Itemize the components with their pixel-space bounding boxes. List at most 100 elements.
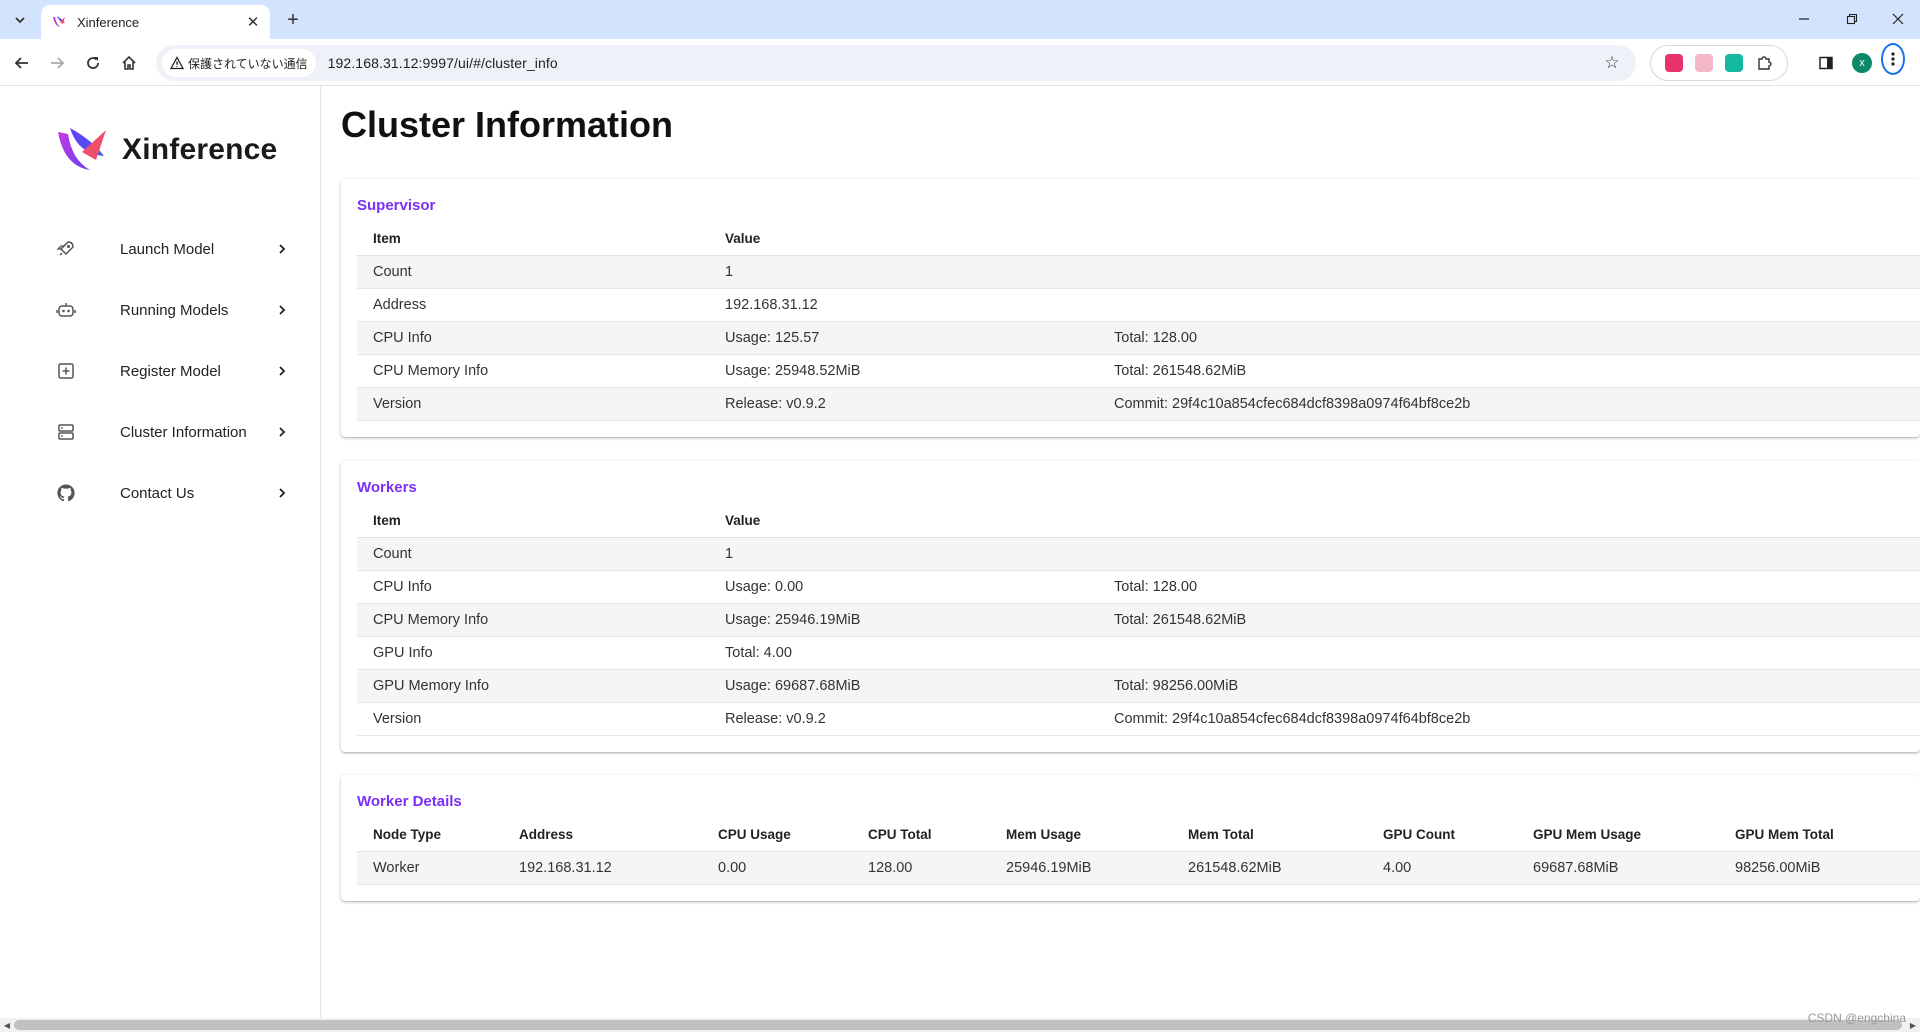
- browser-tab-bar: Xinference ✕ +: [0, 0, 1920, 39]
- table-cell: 128.00: [852, 851, 990, 885]
- table-cell: 25946.19MiB: [990, 851, 1172, 885]
- warning-icon: [170, 56, 184, 70]
- tab-search-button[interactable]: [7, 7, 33, 33]
- puzzle-extensions-icon[interactable]: [1755, 54, 1773, 72]
- close-window-button[interactable]: [1876, 6, 1920, 32]
- workers-title: Workers: [357, 479, 417, 496]
- profile-avatar[interactable]: x: [1850, 51, 1874, 75]
- reload-icon: [87, 57, 99, 69]
- table-cell: Release: v0.9.2: [709, 387, 1098, 421]
- tab-close-icon[interactable]: ✕: [242, 11, 264, 33]
- table-cell: Usage: 125.57: [709, 321, 1098, 355]
- column-header: Mem Usage: [990, 819, 1172, 852]
- chevron-right-icon: [272, 361, 292, 381]
- pink-extension-icon[interactable]: [1695, 54, 1713, 72]
- sidebar: Xinference Launch Model Running Models R…: [0, 86, 321, 1018]
- worker-details-table: Node Type Address CPU Usage CPU Total Me…: [357, 819, 1920, 885]
- server-icon: [56, 420, 92, 444]
- back-button[interactable]: [8, 49, 36, 77]
- close-icon: [1892, 13, 1904, 25]
- column-header: [1098, 223, 1920, 256]
- sidebar-item-label: Cluster Information: [120, 423, 247, 441]
- table-cell: 0.00: [702, 851, 852, 885]
- chevron-down-icon: [15, 17, 25, 24]
- table-cell: Worker: [357, 851, 503, 885]
- sidebar-item-launch-model[interactable]: Launch Model: [56, 229, 292, 269]
- table-row: CPU Memory Info Usage: 25948.52MiB Total…: [357, 354, 1920, 388]
- scrollbar-thumb[interactable]: [14, 1020, 1902, 1030]
- sidebar-item-register-model[interactable]: Register Model: [56, 351, 292, 391]
- table-cell: [1098, 537, 1920, 571]
- table-cell: 1: [709, 537, 1098, 571]
- sidebar-item-cluster-information[interactable]: Cluster Information: [56, 412, 292, 452]
- browser-menu-button[interactable]: [1881, 43, 1905, 75]
- table-cell: 192.168.31.12: [709, 288, 1098, 322]
- arrow-right-icon: [51, 57, 65, 69]
- translate-extension-icon[interactable]: [1665, 54, 1683, 72]
- profile-initial: x: [1852, 53, 1872, 73]
- home-button[interactable]: [115, 49, 143, 77]
- table-cell: [1098, 288, 1920, 322]
- browser-tab[interactable]: Xinference ✕: [41, 5, 270, 39]
- chevron-right-icon: [272, 239, 292, 259]
- side-panel-icon[interactable]: [1814, 51, 1838, 75]
- table-cell: CPU Info: [357, 570, 709, 604]
- scroll-left-icon[interactable]: ◀: [0, 1018, 14, 1032]
- brand-name: Xinference: [122, 133, 278, 166]
- sidebar-item-label: Launch Model: [120, 240, 215, 258]
- table-row: Version Release: v0.9.2 Commit: 29f4c10a…: [357, 702, 1920, 736]
- sidebar-item-contact-us[interactable]: Contact Us: [56, 473, 292, 513]
- robot-icon: [56, 298, 92, 322]
- table-cell: Total: 261548.62MiB: [1098, 603, 1920, 637]
- table-cell: 1: [709, 255, 1098, 289]
- security-label: 保護されていない通信: [188, 56, 308, 71]
- table-cell: Total: 128.00: [1098, 321, 1920, 355]
- column-header: Node Type: [357, 819, 503, 852]
- teal-extension-icon[interactable]: [1725, 54, 1743, 72]
- column-header: CPU Total: [852, 819, 990, 852]
- table-cell: Total: 98256.00MiB: [1098, 669, 1920, 703]
- main-content: Cluster Information Supervisor Item Valu…: [321, 86, 1920, 1018]
- table-cell: CPU Memory Info: [357, 354, 709, 388]
- supervisor-title: Supervisor: [357, 197, 436, 214]
- table-row: CPU Memory Info Usage: 25946.19MiB Total…: [357, 603, 1920, 637]
- scroll-right-icon[interactable]: ▶: [1906, 1018, 1920, 1032]
- reload-button[interactable]: [79, 49, 107, 77]
- table-cell: Address: [357, 288, 709, 322]
- sidebar-item-label: Running Models: [120, 301, 229, 319]
- rocket-icon: [56, 237, 92, 261]
- table-cell: Version: [357, 702, 709, 736]
- chevron-right-icon: [272, 422, 292, 442]
- new-tab-button[interactable]: +: [281, 8, 305, 32]
- plus-square-icon: [56, 359, 92, 383]
- security-indicator[interactable]: 保護されていない通信: [162, 49, 316, 77]
- chevron-right-icon: [272, 300, 292, 320]
- table-cell: Usage: 25948.52MiB: [709, 354, 1098, 388]
- minimize-button[interactable]: [1782, 6, 1826, 32]
- workers-card: Workers Item Value Count 1 CPU Info Usag: [341, 461, 1920, 752]
- bookmark-star-icon[interactable]: ☆: [1600, 51, 1624, 75]
- table-header-row: Item Value: [357, 223, 1920, 256]
- table-cell: Commit: 29f4c10a854cfec684dcf8398a0974f6…: [1098, 387, 1920, 421]
- table-cell: Usage: 69687.68MiB: [709, 669, 1098, 703]
- restore-icon: [1846, 13, 1858, 25]
- url-text[interactable]: 192.168.31.12:9997/ui/#/cluster_info: [328, 55, 558, 71]
- table-cell: Count: [357, 255, 709, 289]
- address-bar[interactable]: 保護されていない通信 192.168.31.12:9997/ui/#/clust…: [156, 45, 1636, 81]
- sidebar-item-label: Register Model: [120, 362, 221, 380]
- sidebar-item-running-models[interactable]: Running Models: [56, 290, 292, 330]
- browser-toolbar: 保護されていない通信 192.168.31.12:9997/ui/#/clust…: [0, 39, 1920, 86]
- brand[interactable]: Xinference: [56, 126, 277, 174]
- table-cell: Usage: 0.00: [709, 570, 1098, 604]
- table-cell: Usage: 25946.19MiB: [709, 603, 1098, 637]
- forward-button[interactable]: [43, 49, 71, 77]
- watermark: CSDN @engchina: [1807, 1011, 1906, 1025]
- table-cell: Count: [357, 537, 709, 571]
- restore-button[interactable]: [1830, 6, 1874, 32]
- table-row: Address 192.168.31.12: [357, 288, 1920, 322]
- horizontal-scrollbar[interactable]: ◀ ▶: [0, 1018, 1920, 1032]
- table-cell: 4.00: [1367, 851, 1517, 885]
- column-header: [1098, 505, 1920, 538]
- table-row: Worker 192.168.31.12 0.00 128.00 25946.1…: [357, 851, 1920, 885]
- arrow-left-icon: [14, 57, 28, 69]
